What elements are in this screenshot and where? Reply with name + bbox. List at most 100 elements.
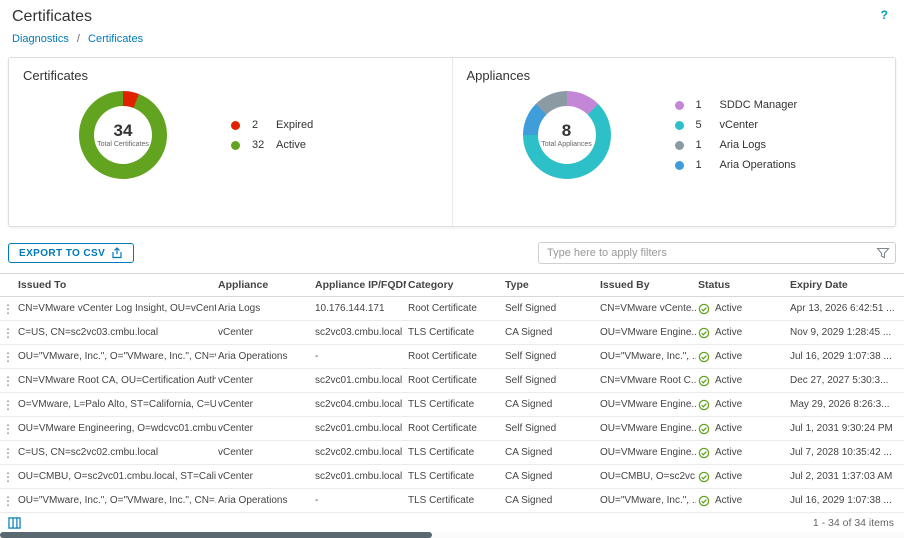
col-appliance-ip[interactable]: Appliance IP/FQDN (313, 279, 406, 291)
appliances-donut-chart: 8 Total Appliances (523, 91, 611, 179)
cell-appliance: Aria Operations (216, 351, 313, 362)
table-row: CN=VMware Root CA, OU=Certification Auth… (0, 369, 904, 393)
legend-label: Active (276, 139, 306, 151)
table-row: C=US, CN=sc2vc03.cmbu.local vCenter sc2v… (0, 321, 904, 345)
cell-issued-to: OU="VMware, Inc.", O="VMware, Inc.", CN=… (16, 351, 216, 362)
table-row: CN=VMware vCenter Log Insight, OU=vCent.… (0, 297, 904, 321)
col-expiry-date[interactable]: Expiry Date (788, 279, 904, 291)
cell-issued-to: C=US, CN=sc2vc03.cmbu.local (16, 327, 216, 338)
legend-dot-icon (675, 121, 684, 130)
cell-issued-by: OU=VMware Engine... (598, 423, 696, 434)
col-type[interactable]: Type (503, 279, 598, 291)
cell-issued-to: OU=CMBU, O=sc2vc01.cmbu.local, ST=Califo… (16, 471, 216, 482)
certificates-total-label: Total Certificates (97, 141, 149, 148)
cell-type: CA Signed (503, 471, 598, 482)
cell-issued-to: CN=VMware Root CA, OU=Certification Auth… (16, 375, 216, 386)
cell-appliance: vCenter (216, 327, 313, 338)
status-label: Active (715, 423, 742, 434)
export-icon (111, 247, 123, 259)
cell-category: Root Certificate (406, 375, 503, 386)
cell-appliance-ip: sc2vc01.cmbu.local (313, 471, 406, 482)
col-issued-to[interactable]: Issued To (16, 279, 216, 291)
status-active-check-icon (698, 351, 710, 363)
legend-dot-icon (675, 101, 684, 110)
cell-type: Self Signed (503, 423, 598, 434)
cell-category: TLS Certificate (406, 495, 503, 506)
row-actions-menu-icon[interactable] (0, 422, 16, 436)
status-label: Active (715, 399, 742, 410)
breadcrumb-certificates[interactable]: Certificates (88, 33, 143, 45)
col-category[interactable]: Category (406, 279, 503, 291)
legend-label: Expired (276, 119, 313, 131)
cell-issued-by: OU=VMware Engine... (598, 327, 696, 338)
status-label: Active (715, 447, 742, 458)
row-actions-menu-icon[interactable] (0, 494, 16, 508)
table-toolbar: EXPORT TO CSV (8, 241, 896, 265)
help-icon[interactable]: ? (881, 8, 892, 22)
row-actions-menu-icon[interactable] (0, 398, 16, 412)
col-appliance[interactable]: Appliance (216, 279, 313, 291)
breadcrumb: Diagnostics / Certificates (0, 26, 904, 45)
cell-category: TLS Certificate (406, 399, 503, 410)
col-issued-by[interactable]: Issued By (598, 279, 696, 291)
status-label: Active (715, 327, 742, 338)
cell-expiry-date: Jul 16, 2029 1:07:38 ... (788, 351, 904, 362)
row-actions-menu-icon[interactable] (0, 326, 16, 340)
status-label: Active (715, 375, 742, 386)
row-actions-menu-icon[interactable] (0, 350, 16, 364)
table-row: OU=VMware Engineering, O=wdcvc01.cmbu.l.… (0, 417, 904, 441)
cell-appliance-ip: sc2vc01.cmbu.local (313, 423, 406, 434)
certificates-donut-chart: 34 Total Certificates (79, 91, 167, 179)
appliances-donut-center: 8 Total Appliances (538, 106, 596, 164)
legend-count: 5 (696, 119, 712, 131)
row-actions-menu-icon[interactable] (0, 470, 16, 484)
cell-category: Root Certificate (406, 303, 503, 314)
table-row: OU="VMware, Inc.", O="VMware, Inc.", CN=… (0, 489, 904, 513)
cell-issued-to: C=US, CN=sc2vc02.cmbu.local (16, 447, 216, 458)
cell-expiry-date: Apr 13, 2026 6:42:51 ... (788, 303, 904, 314)
page-title: Certificates (12, 8, 92, 26)
status-label: Active (715, 351, 742, 362)
appliances-total-label: Total Appliances (541, 141, 592, 148)
row-actions-menu-icon[interactable] (0, 302, 16, 316)
status-active-check-icon (698, 423, 710, 435)
status-active-check-icon (698, 495, 710, 507)
cell-issued-by: OU=CMBU, O=sc2vc... (598, 471, 696, 482)
cell-type: CA Signed (503, 327, 598, 338)
cell-issued-to: CN=VMware vCenter Log Insight, OU=vCent.… (16, 303, 216, 314)
legend-item: 1 SDDC Manager (675, 99, 798, 111)
status-active-check-icon (698, 375, 710, 387)
items-range: 1 - 34 of 34 items (813, 517, 894, 529)
export-to-csv-button[interactable]: EXPORT TO CSV (8, 243, 134, 263)
status-active-check-icon (698, 303, 710, 315)
breadcrumb-diagnostics[interactable]: Diagnostics (12, 33, 69, 45)
cell-appliance: vCenter (216, 447, 313, 458)
cell-type: Self Signed (503, 375, 598, 386)
certificates-legend: 2 Expired 32 Active (231, 119, 313, 151)
col-status[interactable]: Status (696, 279, 788, 291)
cell-issued-by: OU="VMware, Inc.", ... (598, 351, 696, 362)
cell-issued-by: OU=VMware Engine... (598, 447, 696, 458)
cell-appliance-ip: - (313, 495, 406, 506)
cell-appliance: vCenter (216, 471, 313, 482)
appliances-legend: 1 SDDC Manager 5 vCenter 1 Aria Logs (675, 99, 798, 171)
status-label: Active (715, 303, 742, 314)
cell-issued-to: OU="VMware, Inc.", O="VMware, Inc.", CN=… (16, 495, 216, 506)
legend-item: 2 Expired (231, 119, 313, 131)
legend-count: 1 (696, 159, 712, 171)
cell-issued-by: CN=VMware Root C... (598, 375, 696, 386)
legend-dot-icon (231, 141, 240, 150)
page-header: Certificates ? (0, 0, 904, 26)
table-row: O=VMware, L=Palo Alto, ST=California, C=… (0, 393, 904, 417)
scrollbar-thumb[interactable] (0, 532, 432, 538)
table-footer: 1 - 34 of 34 items (0, 513, 904, 533)
filter-input[interactable] (538, 242, 896, 264)
status-active-check-icon (698, 327, 710, 339)
cell-status: Active (696, 471, 788, 483)
column-picker-button[interactable] (8, 517, 21, 529)
row-actions-menu-icon[interactable] (0, 446, 16, 460)
legend-dot-icon (231, 121, 240, 130)
row-actions-menu-icon[interactable] (0, 374, 16, 388)
status-label: Active (715, 495, 742, 506)
filter-funnel-icon[interactable] (876, 246, 890, 260)
